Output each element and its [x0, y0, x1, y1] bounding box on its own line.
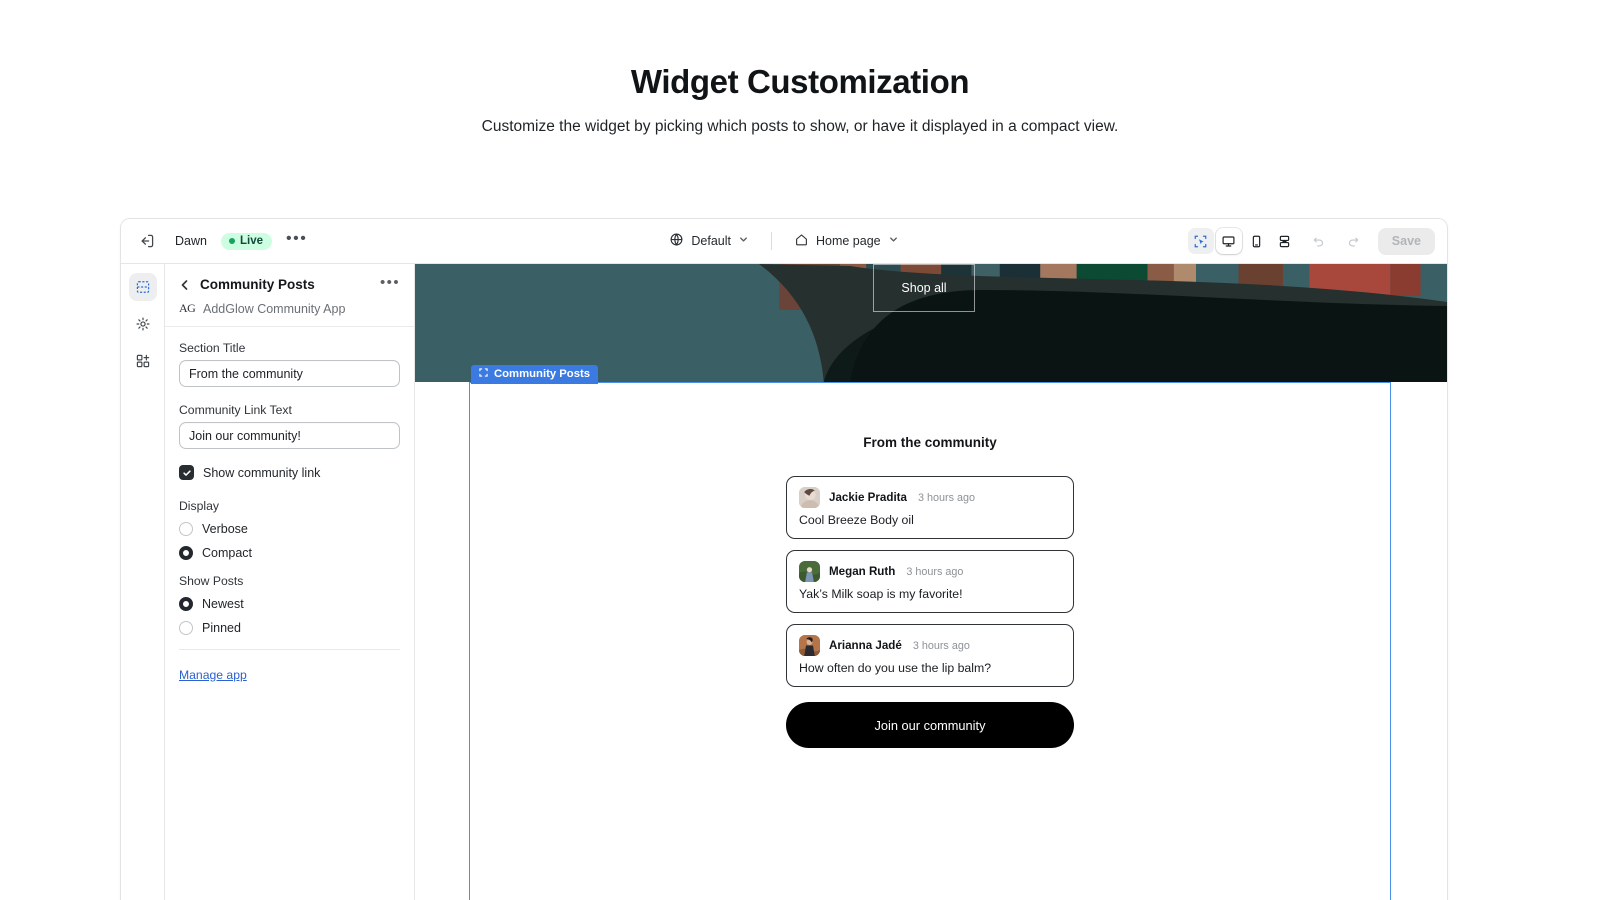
panel-header: Community Posts ••• AG AddGlow Community… [165, 264, 414, 327]
app-name: AddGlow Community App [203, 301, 346, 316]
rail-item-sections[interactable] [128, 273, 157, 301]
addglow-logo-icon: AG [179, 301, 196, 315]
radio-group-display: Display Verbose Compact [179, 499, 400, 560]
widget-title: From the community [863, 435, 997, 450]
radio-show-posts-newest[interactable]: Newest [179, 597, 400, 611]
fullscreen-icon[interactable] [1272, 228, 1298, 254]
radio-off-icon[interactable] [179, 621, 193, 635]
avatar-image [799, 487, 820, 508]
desktop-icon[interactable] [1215, 228, 1242, 254]
group-title: Show Posts [179, 574, 244, 588]
show-community-link-checkbox-row[interactable]: Show community link [179, 465, 400, 480]
selected-section-outline: From the community Jackie Pradita 3 hour… [469, 382, 1391, 900]
checkbox-label: Show community link [203, 465, 321, 480]
field-community-link-text: Community Link Text [179, 403, 400, 449]
undo-icon[interactable] [1306, 228, 1332, 254]
post-timestamp: 3 hours ago [918, 491, 976, 504]
field-label: Community Link Text [179, 403, 292, 417]
post-text: Yak’s Milk soap is my favorite! [799, 587, 963, 601]
panel-title: Community Posts [200, 277, 315, 292]
editor-body: Community Posts ••• AG AddGlow Community… [121, 264, 1447, 900]
field-section-title: Section Title [179, 341, 400, 387]
cursor-select-icon[interactable] [1187, 228, 1214, 254]
topbar-more-icon[interactable]: ••• [286, 230, 307, 248]
editor-topbar: Dawn Live ••• Default Home page Save [121, 219, 1447, 264]
post-item[interactable]: Jackie Pradita 3 hours ago Cool Breeze B… [786, 476, 1074, 539]
chevron-left-icon[interactable] [179, 279, 191, 291]
section-settings-panel: Community Posts ••• AG AddGlow Community… [165, 264, 415, 900]
post-timestamp: 3 hours ago [906, 565, 964, 578]
radio-label: Verbose [202, 522, 248, 536]
app-attribution: AG AddGlow Community App [179, 301, 400, 316]
status-dot-icon [228, 237, 235, 244]
radio-show-posts-pinned[interactable]: Pinned [179, 621, 400, 635]
post-text: How often do you use the lip balm? [799, 661, 992, 675]
community-link-text-input[interactable] [179, 422, 400, 449]
panel-more-icon[interactable]: ••• [380, 275, 400, 290]
post-item[interactable]: Megan Ruth 3 hours ago Yak’s Milk soap i… [786, 550, 1074, 613]
post-author: Jackie Pradita [829, 491, 907, 504]
chevron-down-icon [738, 234, 749, 248]
theme-editor-window: Dawn Live ••• Default Home page Save Com… [120, 218, 1448, 900]
join-community-button[interactable]: Join our community [786, 702, 1074, 748]
redo-icon[interactable] [1340, 228, 1366, 254]
panel-divider [179, 649, 400, 650]
panel-body: Section Title Community Link Text Show c… [165, 327, 414, 900]
left-rail [121, 264, 165, 900]
topbar-left-group: Dawn Live ••• [121, 227, 307, 255]
status-badge-label: Live [239, 234, 263, 247]
community-posts-widget: From the community Jackie Pradita 3 hour… [470, 383, 1390, 748]
radio-off-icon[interactable] [179, 522, 193, 536]
post-text: Cool Breeze Body oil [799, 513, 914, 527]
shop-all-button[interactable]: Shop all [873, 264, 975, 312]
section-badge-label: Community Posts [494, 368, 591, 380]
radio-label: Newest [202, 597, 244, 611]
checkbox-checked-icon[interactable] [179, 465, 194, 480]
exit-icon[interactable] [133, 227, 161, 255]
home-icon [794, 232, 809, 250]
page-title: Widget Customization [630, 63, 970, 100]
radio-on-icon[interactable] [179, 546, 193, 560]
avatar [799, 561, 820, 582]
page-header: Widget Customization Customize the widge… [0, 0, 1600, 136]
radio-group-show-posts: Show Posts Newest Pinned [179, 574, 400, 635]
field-label: Section Title [179, 341, 246, 355]
device-preview-group [1187, 228, 1298, 254]
locale-selector[interactable]: Default [661, 228, 757, 254]
preview-canvas: Shop all Community Posts From the commun… [415, 264, 1447, 900]
avatar [799, 487, 820, 508]
status-badge: Live [220, 232, 272, 250]
manage-app-link[interactable]: Manage app [179, 668, 247, 682]
post-list: Jackie Pradita 3 hours ago Cool Breeze B… [786, 476, 1074, 687]
radio-on-icon[interactable] [179, 597, 193, 611]
page-subtitle: Customize the widget by picking which po… [481, 117, 1119, 135]
locale-value: Default [691, 234, 731, 248]
page-value: Home page [815, 234, 881, 248]
radio-display-compact[interactable]: Compact [179, 546, 400, 560]
post-timestamp: 3 hours ago [912, 639, 970, 652]
section-title-input[interactable] [179, 360, 400, 387]
save-button[interactable]: Save [1377, 227, 1435, 255]
avatar-image [799, 635, 820, 656]
post-author: Arianna Jadé [829, 639, 902, 652]
rail-item-apps[interactable] [129, 347, 157, 375]
avatar [799, 635, 820, 656]
section-selection-badge[interactable]: Community Posts [471, 365, 599, 384]
post-item[interactable]: Arianna Jadé 3 hours ago How often do yo… [786, 624, 1074, 687]
post-author: Megan Ruth [829, 565, 896, 578]
globe-icon [669, 232, 684, 250]
chevron-down-icon [888, 234, 899, 248]
radio-display-verbose[interactable]: Verbose [179, 522, 400, 536]
page-selector[interactable]: Home page [786, 228, 907, 254]
topbar-divider [770, 232, 772, 250]
rail-item-theme-settings[interactable] [129, 310, 157, 338]
avatar-image [799, 561, 820, 582]
group-title: Display [179, 499, 219, 513]
radio-label: Compact [202, 546, 253, 560]
mobile-icon[interactable] [1244, 228, 1270, 254]
topbar-right-group: Save [1187, 227, 1447, 255]
radio-label: Pinned [202, 621, 241, 635]
theme-name[interactable]: Dawn [175, 234, 207, 248]
section-select-icon [479, 368, 488, 380]
